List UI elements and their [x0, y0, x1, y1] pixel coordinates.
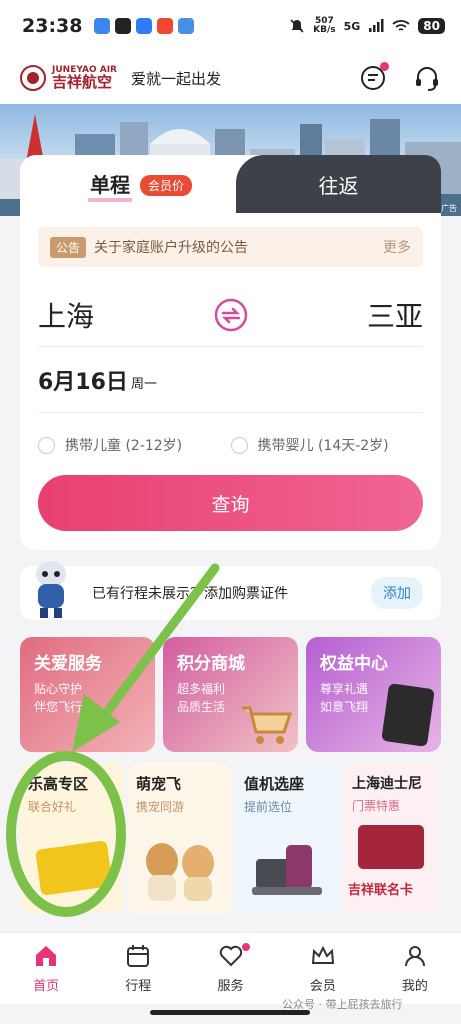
- tile-subtitle: 门票特惠: [352, 799, 401, 813]
- nav-services[interactable]: 服务: [184, 933, 276, 1004]
- battery-indicator: 80: [418, 18, 445, 34]
- tile-check-in-seat[interactable]: 值机选座 提前选位: [236, 763, 340, 913]
- crown-icon: [311, 945, 334, 964]
- nav-label: 首页: [33, 979, 60, 994]
- service-title: 关爱服务: [34, 654, 102, 674]
- tile-lego-zone[interactable]: 乐高专区 联合好礼: [20, 763, 124, 913]
- heart-icon: [219, 945, 242, 967]
- signal-icon: [369, 19, 384, 32]
- mute-icon: [290, 19, 304, 33]
- tile-title: 萌宠飞: [136, 775, 182, 793]
- announcement-tag: 公告: [50, 236, 87, 258]
- headset-icon: [416, 67, 438, 91]
- wifi-icon: [392, 20, 410, 31]
- bottom-nav: 首页 行程 服务 会员 我的: [0, 932, 461, 1004]
- app-notification-icon: [94, 18, 111, 34]
- service-line: 超多福利: [177, 682, 226, 696]
- departure-date-field[interactable]: 6月16日 周一: [38, 347, 423, 413]
- nav-membership[interactable]: 会员: [277, 933, 369, 1004]
- tile-subtitle: 联合好礼: [28, 800, 77, 814]
- service-line: 伴您飞行: [34, 700, 83, 714]
- nav-profile[interactable]: 我的: [369, 933, 461, 1004]
- home-indicator: [150, 1010, 310, 1015]
- ad-label: 广告: [441, 204, 457, 213]
- nav-label: 我的: [401, 979, 428, 994]
- service-title: 权益中心: [320, 654, 388, 674]
- tab-one-way[interactable]: 单程 会员价: [20, 155, 260, 215]
- service-card-points-mall[interactable]: 积分商城 超多福利 品质生活: [163, 637, 298, 752]
- service-title: 积分商城: [177, 654, 245, 674]
- airline-seat-image: [252, 845, 322, 895]
- announcement-more-link[interactable]: 更多: [383, 237, 411, 257]
- net-speed: 507 KB/s: [313, 17, 335, 35]
- service-card-benefits[interactable]: 权益中心 尊享礼遇 如意飞翔: [306, 637, 441, 752]
- cobrand-card-text: 吉祥联名卡: [348, 883, 414, 898]
- signal-label: 5G: [343, 19, 361, 33]
- flight-booking-card: 单程 会员价 往返 公告 关于家庭账户升级的公告 更多 上海 三亚 6月16日 …: [20, 155, 441, 550]
- departure-date: 6月16日: [38, 369, 128, 395]
- status-app-icons: [94, 18, 195, 34]
- announcement-bar[interactable]: 公告 关于家庭账户升级的公告 更多: [38, 227, 423, 267]
- logo-chinese: 吉祥航空: [52, 73, 113, 91]
- customer-service-button[interactable]: [413, 64, 441, 92]
- tab-one-way-label: 单程: [87, 169, 132, 202]
- app-notification-icon: [178, 18, 195, 34]
- mascot-image: [36, 561, 66, 618]
- nav-label: 行程: [125, 979, 152, 994]
- child-radio[interactable]: [38, 436, 55, 454]
- departure-city[interactable]: 上海: [38, 295, 94, 335]
- message-button[interactable]: [359, 62, 389, 92]
- infant-option[interactable]: 携带婴儿 (14天-2岁): [230, 435, 424, 455]
- app-header: JUNEYAO AIR 吉祥航空 爱就一起出发: [0, 52, 461, 104]
- app-notification-icon: [136, 18, 153, 34]
- services-dot: [242, 943, 251, 951]
- slogan: 爱就一起出发: [131, 69, 222, 88]
- announcement-text: 关于家庭账户升级的公告: [94, 240, 249, 256]
- status-bar: 23:38 507 KB/s 5G 80: [0, 0, 461, 52]
- app-notification-icon: [157, 18, 174, 34]
- tile-subtitle: 携宠同游: [136, 800, 185, 814]
- arrival-city[interactable]: 三亚: [367, 295, 423, 335]
- trip-prompt-bar: 已有行程未展示？添加购票证件 添加: [20, 561, 441, 620]
- cobrand-card-image: [358, 825, 424, 869]
- child-option[interactable]: 携带儿童 (2-12岁): [38, 435, 231, 455]
- tile-subtitle: 提前选位: [244, 800, 293, 814]
- add-document-button[interactable]: 添加: [371, 577, 423, 609]
- profile-icon: [404, 946, 425, 967]
- shopping-cart-icon: [242, 706, 292, 744]
- net-speed-unit: KB/s: [313, 25, 336, 35]
- departure-weekday: 周一: [130, 377, 157, 392]
- tile-title: 值机选座: [244, 775, 305, 793]
- infant-option-label: 携带婴儿 (14天-2岁): [257, 438, 389, 454]
- membership-card-image: [381, 683, 435, 747]
- passenger-options: 携带儿童 (2-12岁) 携带婴儿 (14天-2岁): [38, 427, 423, 463]
- calendar-icon: [127, 945, 150, 967]
- logo-mark-icon: [20, 65, 46, 91]
- unread-dot: [380, 62, 389, 71]
- tile-pet-flight[interactable]: 萌宠飞 携宠同游: [128, 763, 232, 913]
- search-flights-button[interactable]: 查询: [38, 475, 423, 531]
- juneyao-logo: JUNEYAO AIR 吉祥航空: [20, 65, 117, 91]
- app-notification-icon: [115, 18, 132, 34]
- pet-dogs-image: [146, 843, 214, 901]
- tile-title: 上海迪士尼: [352, 776, 422, 792]
- child-option-label: 携带儿童 (2-12岁): [65, 438, 183, 454]
- swap-cities-icon[interactable]: [214, 298, 248, 332]
- nav-label: 会员: [309, 979, 336, 994]
- trip-prompt-text: 已有行程未展示？添加购票证件: [92, 586, 288, 602]
- nav-home[interactable]: 首页: [0, 933, 92, 1004]
- service-line: 贴心守护: [34, 682, 83, 696]
- status-time: 23:38: [22, 15, 83, 37]
- tab-round-trip[interactable]: 往返: [236, 155, 441, 213]
- member-price-badge: 会员价: [139, 174, 192, 196]
- tile-shanghai-disney[interactable]: 上海迪士尼 门票特惠 吉祥联名卡: [344, 763, 441, 913]
- service-card-care[interactable]: 关爱服务 贴心守护 伴您飞行: [20, 637, 155, 752]
- lego-product-image: [35, 840, 113, 896]
- infant-radio[interactable]: [230, 436, 248, 454]
- route-selector: 上海 三亚: [38, 283, 423, 347]
- nav-trips[interactable]: 行程: [92, 933, 184, 1004]
- tile-title: 乐高专区: [28, 775, 89, 793]
- nav-label: 服务: [217, 979, 244, 994]
- home-icon: [36, 946, 57, 966]
